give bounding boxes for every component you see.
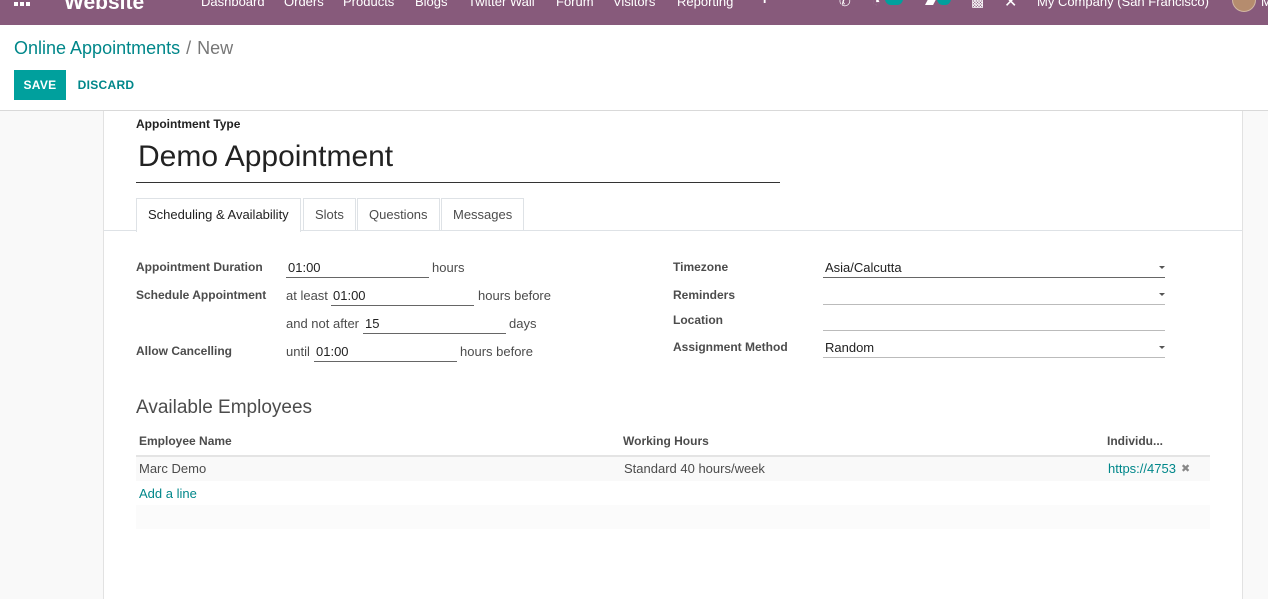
user-avatar[interactable] [1232,0,1256,12]
activity-clock-icon[interactable]: ◔ [872,0,880,9]
menu-forum[interactable]: Forum [556,0,594,9]
max-schedule-unit: days [509,316,537,331]
messages-count-badge [937,0,951,5]
apps-menu-icon[interactable] [14,0,34,6]
reminders-select[interactable] [823,285,1165,305]
not-after-text: and not after [286,316,359,331]
menu-dashboard[interactable]: Dashboard [201,0,265,9]
employees-section-title: Available Employees [136,397,313,418]
phone-icon[interactable]: ✆ [839,0,851,10]
employee-name-cell: Marc Demo [139,461,207,476]
column-individual-url[interactable]: Individu... [1107,429,1163,456]
max-schedule-input[interactable]: 15 [363,314,506,334]
notebook-tabs: Scheduling & Availability Slots Question… [104,198,1242,232]
close-icon[interactable]: ✕ [1004,0,1017,12]
save-button[interactable]: SAVE [14,70,66,100]
at-least-text: at least [286,288,328,303]
breadcrumb-current: New [197,38,234,58]
appointment-name-input[interactable]: Demo Appointment [136,139,780,183]
menu-reporting[interactable]: Reporting [677,0,733,9]
discuss-messages-icon[interactable]: ▰ [925,0,936,10]
timezone-value: Asia/Calcutta [825,260,902,275]
chevron-down-icon [1159,293,1165,296]
duration-label: Appointment Duration [136,260,263,274]
plus-icon[interactable]: + [760,0,769,9]
location-label: Location [673,313,723,327]
individual-url-link[interactable]: https://4753 [1108,457,1176,481]
timezone-select[interactable]: Asia/Calcutta [823,258,1165,278]
add-line-link[interactable]: Add a line [139,486,197,501]
column-working-hours[interactable]: Working Hours [623,429,709,456]
cancelling-input[interactable]: 01:00 [314,342,457,362]
appointment-type-label: Appointment Type [136,117,241,131]
form-sheet: Appointment Type Demo Appointment Schedu… [103,111,1243,599]
assignment-value: Random [825,340,875,355]
breadcrumb-parent[interactable]: Online Appointments [14,38,180,58]
min-schedule-input[interactable]: 01:00 [331,286,474,306]
company-switcher[interactable]: My Company (San Francisco) [1037,0,1209,9]
location-input[interactable] [823,311,1165,331]
working-hours-cell: Standard 40 hours/week [624,461,765,476]
tab-slots[interactable]: Slots [303,198,356,231]
table-row[interactable]: Marc Demo Standard 40 hours/week https:/… [136,457,1210,481]
menu-blogs[interactable]: Blogs [415,0,448,9]
gift-icon[interactable]: ▩ [971,0,984,10]
chevron-down-icon [1159,346,1165,349]
assignment-label: Assignment Method [673,340,788,354]
menu-twitter-wall[interactable]: Twitter Wall [468,0,535,9]
activity-count-badge [885,0,903,5]
timezone-label: Timezone [673,260,729,274]
duration-input[interactable]: 01:00 [286,258,429,278]
menu-visitors[interactable]: Visitors [613,0,655,9]
discard-button[interactable]: DISCARD [72,70,140,100]
schedule-label: Schedule Appointment [136,288,267,302]
cancelling-label: Allow Cancelling [136,344,233,358]
column-employee-name[interactable]: Employee Name [139,429,232,456]
until-text: until [286,344,310,359]
table-empty-row [136,505,1210,529]
chevron-down-icon [1159,266,1165,269]
reminders-label: Reminders [673,288,736,302]
delete-row-icon[interactable]: ✖ [1181,457,1190,481]
control-panel: Online Appointments / New SAVE DISCARD [0,25,1268,111]
menu-products[interactable]: Products [343,0,394,9]
breadcrumb: Online Appointments / New [14,38,233,59]
min-schedule-unit: hours before [478,288,551,303]
cancelling-unit: hours before [460,344,533,359]
top-navbar: Website Dashboard Orders Products Blogs … [0,0,1268,25]
menu-orders[interactable]: Orders [284,0,324,9]
assignment-select[interactable]: Random [823,338,1165,358]
tab-messages[interactable]: Messages [441,198,525,231]
user-name[interactable]: M [1261,0,1268,9]
tab-scheduling-availability[interactable]: Scheduling & Availability [136,198,301,232]
tab-questions[interactable]: Questions [357,198,440,231]
breadcrumb-separator: / [186,38,192,58]
duration-unit: hours [432,260,465,275]
app-brand[interactable]: Website [64,0,144,15]
